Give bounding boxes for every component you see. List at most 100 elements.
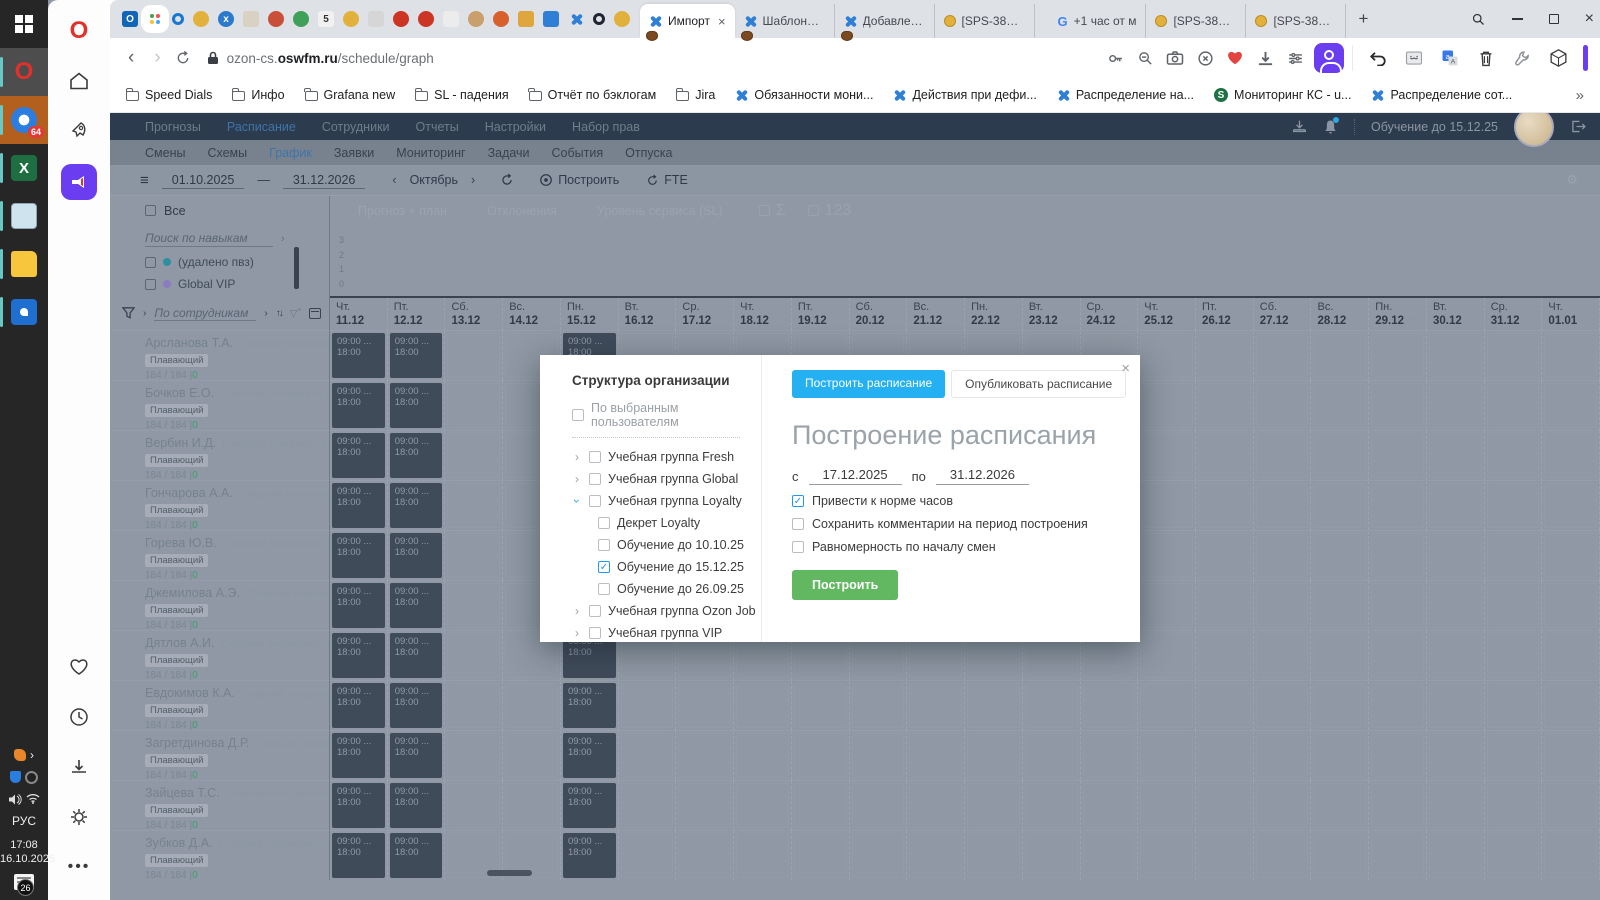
- skills-scrollbar[interactable]: [294, 247, 299, 289]
- tray-app-icon[interactable]: [14, 749, 26, 761]
- new-tab-button[interactable]: +: [1346, 9, 1380, 29]
- grid-cell[interactable]: [1427, 531, 1485, 580]
- grid-cell[interactable]: 09:00 ...18:00: [388, 681, 446, 730]
- opera-logo-icon[interactable]: O: [62, 14, 96, 48]
- grid-cell[interactable]: [1081, 681, 1139, 730]
- grid-cell[interactable]: [1542, 631, 1600, 680]
- minimize-button[interactable]: [1511, 18, 1523, 20]
- sidebar-toggle-pill[interactable]: [1583, 45, 1588, 71]
- grid-cell[interactable]: [1369, 481, 1427, 530]
- chart-tab[interactable]: Отклонения: [487, 204, 557, 218]
- browser-tab[interactable]: Импорт ×: [640, 4, 735, 41]
- grid-cell[interactable]: [676, 681, 735, 730]
- by-selected-users-row[interactable]: По выбранным пользователям: [572, 401, 740, 438]
- grid-cell[interactable]: 09:00 ...18:00: [388, 831, 446, 880]
- numbers-toggle[interactable]: 123: [807, 202, 851, 220]
- grid-cell[interactable]: [734, 731, 792, 780]
- tray-expand-chevron[interactable]: ›: [30, 748, 34, 762]
- date-column-header[interactable]: Чт. 25.12: [1138, 298, 1197, 330]
- browser-tab[interactable]: [SPS-38909]: [1146, 4, 1247, 38]
- grid-cell[interactable]: [1138, 331, 1197, 380]
- grid-cell[interactable]: [1138, 731, 1197, 780]
- key-icon[interactable]: [1104, 47, 1126, 69]
- month-next-icon[interactable]: ›: [471, 173, 475, 187]
- employee-search-arrow[interactable]: ›: [264, 308, 267, 319]
- tree-checkbox[interactable]: [598, 583, 610, 595]
- red-dot-favicon[interactable]: [393, 11, 409, 27]
- grid-cell[interactable]: [1542, 431, 1600, 480]
- grid-cell[interactable]: [1254, 631, 1312, 680]
- reload-icon[interactable]: [175, 50, 191, 66]
- grid-cell[interactable]: [850, 731, 908, 780]
- grid-cell[interactable]: [619, 781, 677, 830]
- grid-cell[interactable]: [1427, 781, 1485, 830]
- tree-node[interactable]: Декрет Loyalty: [572, 512, 761, 534]
- date-column-header[interactable]: Вт. 23.12: [1023, 298, 1081, 330]
- grid-cell[interactable]: [1254, 481, 1312, 530]
- sub-nav-item[interactable]: Схемы: [207, 146, 247, 160]
- grid-cell[interactable]: [445, 481, 504, 530]
- home-icon[interactable]: [62, 64, 96, 98]
- grid-cell[interactable]: [850, 831, 908, 880]
- bookmark-item[interactable]: Grafana new: [304, 87, 395, 102]
- grid-cell[interactable]: [1254, 581, 1312, 630]
- date-column-header[interactable]: Пн. 22.12 (52): [965, 298, 1023, 330]
- downloads-icon[interactable]: [62, 750, 96, 784]
- tree-checkbox[interactable]: [589, 495, 601, 507]
- shift-cell[interactable]: 09:00 ...18:00: [332, 333, 385, 378]
- grid-cell[interactable]: [1542, 681, 1600, 730]
- bookmark-item[interactable]: Отчёт по бэклогам: [528, 87, 656, 102]
- shield-off-icon[interactable]: [1194, 47, 1216, 69]
- grid-cell[interactable]: [1023, 731, 1081, 780]
- chart-tab[interactable]: Уровень сервиса (SL): [597, 204, 723, 218]
- grid-cell[interactable]: 09:00 ...18:00: [561, 681, 619, 730]
- grid-cell[interactable]: [792, 681, 850, 730]
- date-column-header[interactable]: Пт. 12.12: [388, 298, 446, 330]
- grid-cell[interactable]: [1427, 631, 1485, 680]
- export-icon[interactable]: [1292, 119, 1307, 134]
- grid-cell[interactable]: 09:00 ...18:00: [388, 581, 446, 630]
- settings-gear-icon[interactable]: [62, 800, 96, 834]
- tab-close-icon[interactable]: ×: [718, 14, 726, 29]
- grid-cell[interactable]: [1542, 831, 1600, 880]
- grid-cell[interactable]: [1311, 531, 1370, 580]
- grid-cell[interactable]: [1196, 581, 1254, 630]
- grid-cell[interactable]: [1485, 831, 1543, 880]
- download-page-icon[interactable]: [1254, 47, 1276, 69]
- sort-icon[interactable]: ↑↓: [276, 308, 284, 319]
- grid-cell[interactable]: 09:00 ...18:00: [388, 431, 446, 480]
- bookmark-item[interactable]: S Мониторинг КС - u...: [1214, 88, 1351, 102]
- skills-search-arrow[interactable]: ›: [281, 233, 285, 245]
- grid-cell[interactable]: [1485, 531, 1543, 580]
- shift-cell[interactable]: 09:00 ...18:00: [332, 633, 385, 678]
- dark-ring-favicon[interactable]: [593, 13, 605, 25]
- grid-cell[interactable]: [445, 781, 504, 830]
- grid-cell[interactable]: 09:00 ...18:00: [330, 731, 388, 780]
- grid-cell[interactable]: [1196, 531, 1254, 580]
- grid-cell[interactable]: [503, 681, 561, 730]
- sub-nav-item[interactable]: Отпуска: [625, 146, 672, 160]
- clipboard-favicon[interactable]: [368, 11, 384, 27]
- grid-cell[interactable]: [1196, 681, 1254, 730]
- main-nav-item[interactable]: Прогнозы: [145, 120, 201, 134]
- grid-cell[interactable]: [1485, 681, 1543, 730]
- grid-cell[interactable]: [1542, 581, 1600, 630]
- grid-cell[interactable]: [1254, 731, 1312, 780]
- grid-cell[interactable]: [1138, 831, 1197, 880]
- grid-cell[interactable]: [1196, 731, 1254, 780]
- grid-cell[interactable]: [1427, 381, 1485, 430]
- grid-cell[interactable]: [445, 531, 504, 580]
- shift-cell[interactable]: 09:00 ...18:00: [332, 383, 385, 428]
- grid-cell[interactable]: [1369, 631, 1427, 680]
- outlook-favicon[interactable]: O: [122, 11, 138, 27]
- grid-cell[interactable]: 09:00 ...18:00: [388, 381, 446, 430]
- shift-cell[interactable]: 09:00 ...18:00: [332, 483, 385, 528]
- employee-row[interactable]: Гончарова А.А.Старший специалист по п...…: [110, 480, 329, 530]
- calendar-icon[interactable]: [309, 307, 322, 319]
- start-button[interactable]: [0, 0, 48, 48]
- heart-sidebar-icon[interactable]: [62, 650, 96, 684]
- select-all-checkbox[interactable]: [145, 205, 156, 216]
- grid-cell[interactable]: [445, 731, 504, 780]
- bookmark-item[interactable]: SL - падения: [414, 87, 509, 102]
- tree-node[interactable]: › Учебная группа Ozon Job: [572, 600, 761, 622]
